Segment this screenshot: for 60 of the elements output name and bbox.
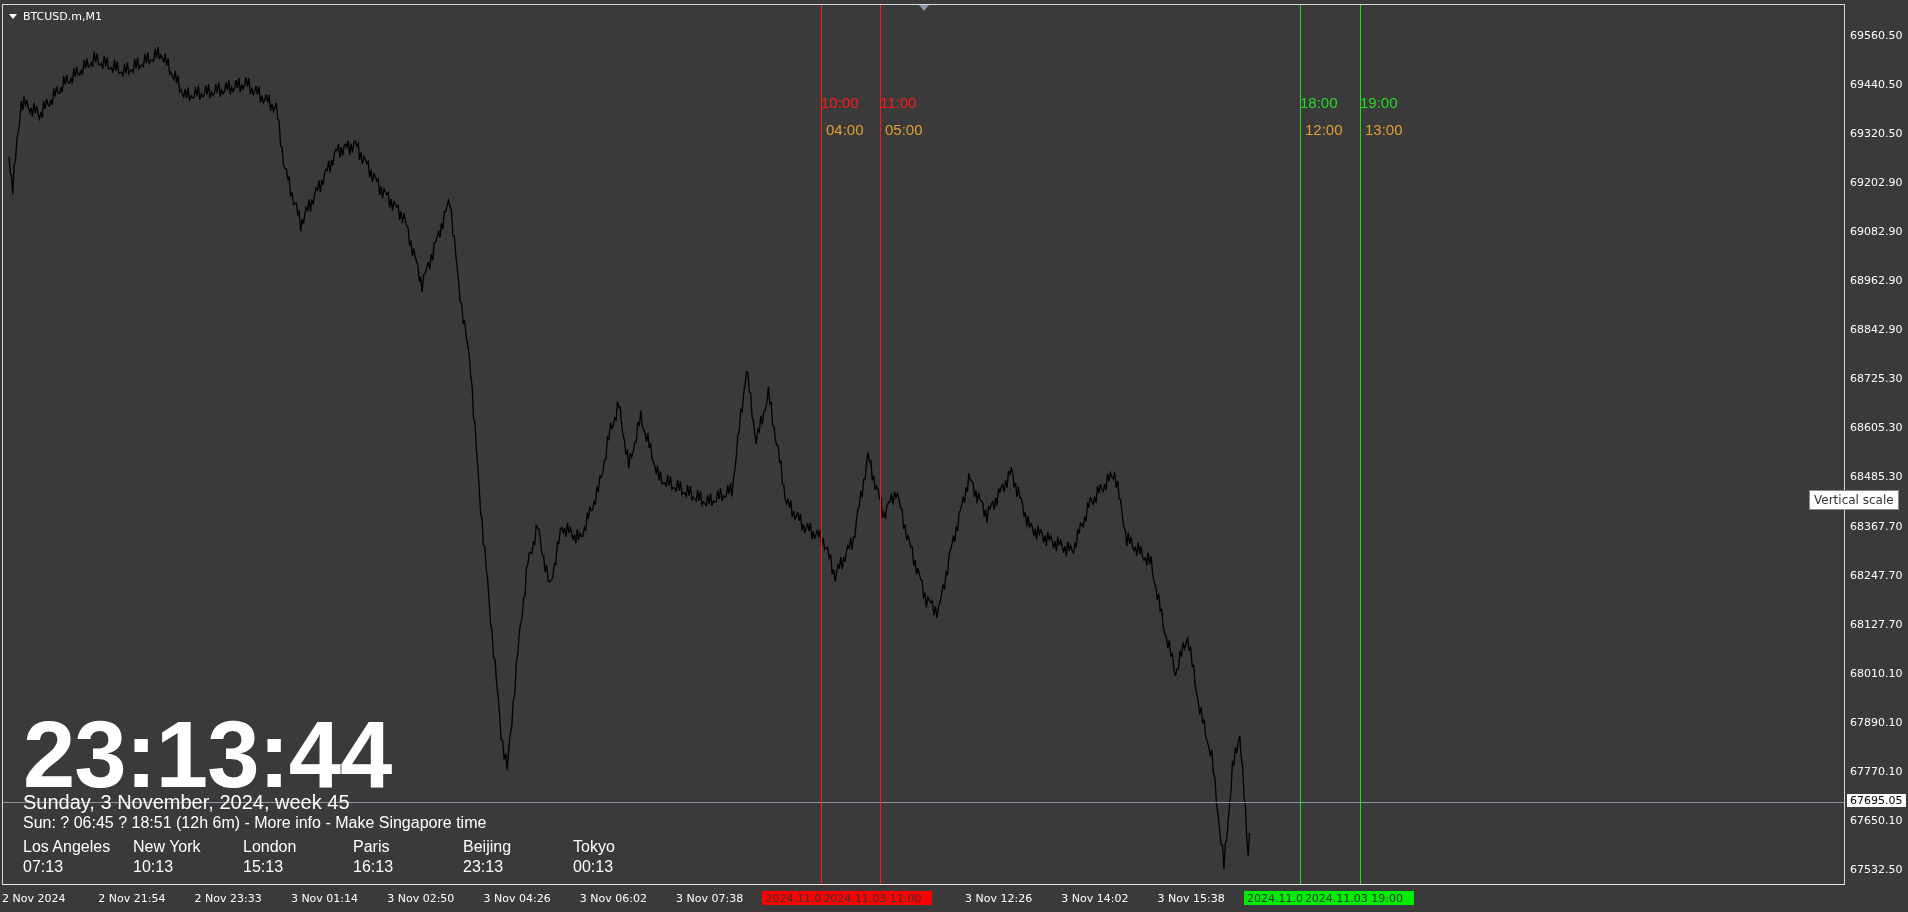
symbol-label: BTCUSD.m,M1 — [23, 10, 102, 23]
time-axis-label: 3 Nov 04:26 — [483, 892, 551, 905]
time-tag-text: 2024.11.0 — [1246, 891, 1303, 905]
city-name: Paris — [353, 837, 391, 857]
price-tick-label: 68127.70 — [1850, 617, 1903, 631]
marker-local-time: 13:00 — [1365, 121, 1403, 138]
marker-time: 18:00 — [1300, 94, 1338, 111]
marker-local-time: 04:00 — [826, 121, 864, 138]
time-axis-label: 2 Nov 21:54 — [98, 892, 166, 905]
time-axis-label: 3 Nov 07:38 — [676, 892, 744, 905]
scroll-marker-icon[interactable] — [919, 5, 929, 11]
time-axis-label: 3 Nov 15:38 — [1157, 892, 1225, 905]
city-time: 10:13 — [133, 857, 175, 877]
city-time: 16:13 — [353, 857, 395, 877]
time-tag-text: 2024.11.0 — [765, 891, 822, 905]
price-tick-label: 68367.70 — [1850, 519, 1903, 533]
marker-local-time: 05:00 — [885, 121, 923, 138]
city-time: 00:13 — [573, 857, 615, 877]
price-tick-label: 67650.10 — [1850, 813, 1903, 827]
city-name: Los Angeles — [23, 837, 112, 857]
time-axis-label: 3 Nov 14:02 — [1061, 892, 1129, 905]
price-tick-label: 68725.30 — [1850, 372, 1903, 386]
current-price-label: 67695.05 — [1847, 794, 1906, 807]
price-tick-label: 69440.50 — [1850, 78, 1903, 92]
clock-date: Sunday, 3 November, 2024, week 45 — [23, 791, 351, 813]
price-tick-label: 68485.30 — [1850, 470, 1903, 484]
price-tick-label: 67770.10 — [1850, 764, 1903, 778]
marker-time: 19:00 — [1360, 94, 1398, 111]
city-name: London — [243, 837, 298, 857]
time-axis-label: 3 Nov 02:50 — [387, 892, 455, 905]
price-tick-label: 67532.50 — [1850, 862, 1903, 876]
time-axis-label: 3 Nov 06:02 — [579, 892, 647, 905]
city-name: New York — [133, 837, 202, 857]
price-tick-label: 69320.50 — [1850, 127, 1903, 141]
city-name: Beijing — [463, 837, 513, 857]
price-tick-label: 69560.50 — [1850, 29, 1903, 42]
tooltip: Vertical scale — [1809, 490, 1899, 510]
time-axis-label: 2 Nov 2024 — [2, 892, 66, 905]
city-time: 07:13 — [23, 857, 65, 877]
marker-time: 10:00 — [821, 94, 859, 111]
time-axis-label: 2 Nov 23:33 — [194, 892, 262, 905]
price-tick-label: 68247.70 — [1850, 568, 1903, 582]
price-tick-label: 68605.30 — [1850, 421, 1903, 435]
marker-local-time: 12:00 — [1305, 121, 1343, 138]
price-tick-label: 68962.90 — [1850, 274, 1903, 288]
price-tick-label: 69082.90 — [1850, 225, 1903, 239]
marker-time: 11:00 — [880, 94, 917, 111]
dropdown-icon[interactable] — [9, 14, 17, 19]
time-tag-text: 2024.11.03 19:00 — [1304, 891, 1404, 905]
time-axis-label: 3 Nov 12:26 — [965, 892, 1033, 905]
city-name: Tokyo — [573, 837, 616, 857]
price-tick-label: 68842.90 — [1850, 323, 1903, 337]
city-time: 23:13 — [463, 857, 505, 877]
time-axis-label: 3 Nov 01:14 — [290, 892, 359, 905]
price-tick-label: 67890.10 — [1850, 715, 1903, 729]
sun-info: Sun: ? 06:45 ? 18:51 (12h 6m) - More info - Make Singapore time — [23, 813, 488, 833]
time-tag-text: 2024.11.03 11:00 — [823, 891, 922, 905]
price-tick-label: 68010.10 — [1850, 666, 1903, 680]
city-time: 15:13 — [243, 857, 285, 877]
price-tick-label: 69202.90 — [1850, 176, 1903, 190]
